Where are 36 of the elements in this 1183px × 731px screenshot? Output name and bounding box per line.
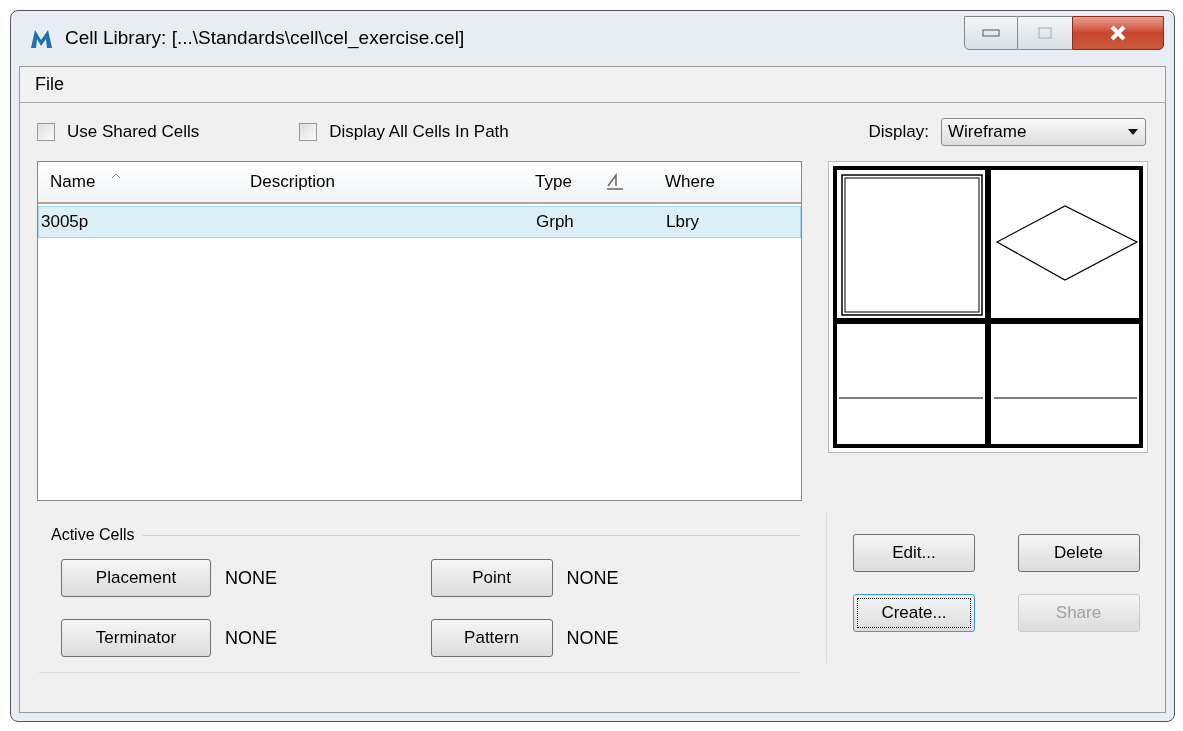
column-header[interactable]: Name [38,162,238,202]
window-title: Cell Library: [...\Standards\cell\cel_exercise.cel] [65,26,465,51]
checkbox-label: Use Shared Cells [67,121,200,144]
push-button[interactable]: Pattern [430,619,553,657]
maximize-icon [1038,26,1052,39]
group-title: Active Cells [51,525,135,545]
push-button[interactable]: Placement [61,559,211,597]
minimize-button[interactable] [964,15,1018,50]
menu-item[interactable]: File [35,71,64,98]
push-button[interactable]: Point [430,559,553,597]
maximize-button[interactable] [1018,15,1072,50]
checkbox[interactable] [299,123,318,141]
close-button[interactable] [1072,15,1164,50]
active-cell-value: NONE [225,626,277,650]
table-cell: Lbry [666,212,700,232]
display-dropdown[interactable]: Wireframe [941,118,1146,146]
push-button[interactable]: Create... [853,594,975,632]
column-header[interactable]: Description [238,162,523,202]
active-cell-value: NONE [566,626,619,650]
dropdown-caret-icon [1127,128,1139,136]
active-cell-value: NONE [566,566,619,590]
push-button[interactable]: Delete [1017,534,1140,572]
column-header[interactable]: Type [523,162,593,202]
column-header[interactable]: Where [653,162,793,202]
active-cell-value: NONE [225,566,277,590]
checkbox-label: Display All Cells In Path [329,121,509,144]
display-label: Display: [868,121,929,144]
table-row[interactable]: 3005p Grph Lbry [38,206,801,238]
push-button[interactable]: Terminator [61,619,211,657]
minimize-icon [982,28,1000,37]
checkbox[interactable] [37,123,55,141]
ruler-icon [605,172,625,192]
push-button[interactable]: Edit... [853,534,975,572]
table-cell: Grph [536,212,574,232]
close-icon [1109,24,1127,41]
table-cell: 3005p [41,212,89,232]
